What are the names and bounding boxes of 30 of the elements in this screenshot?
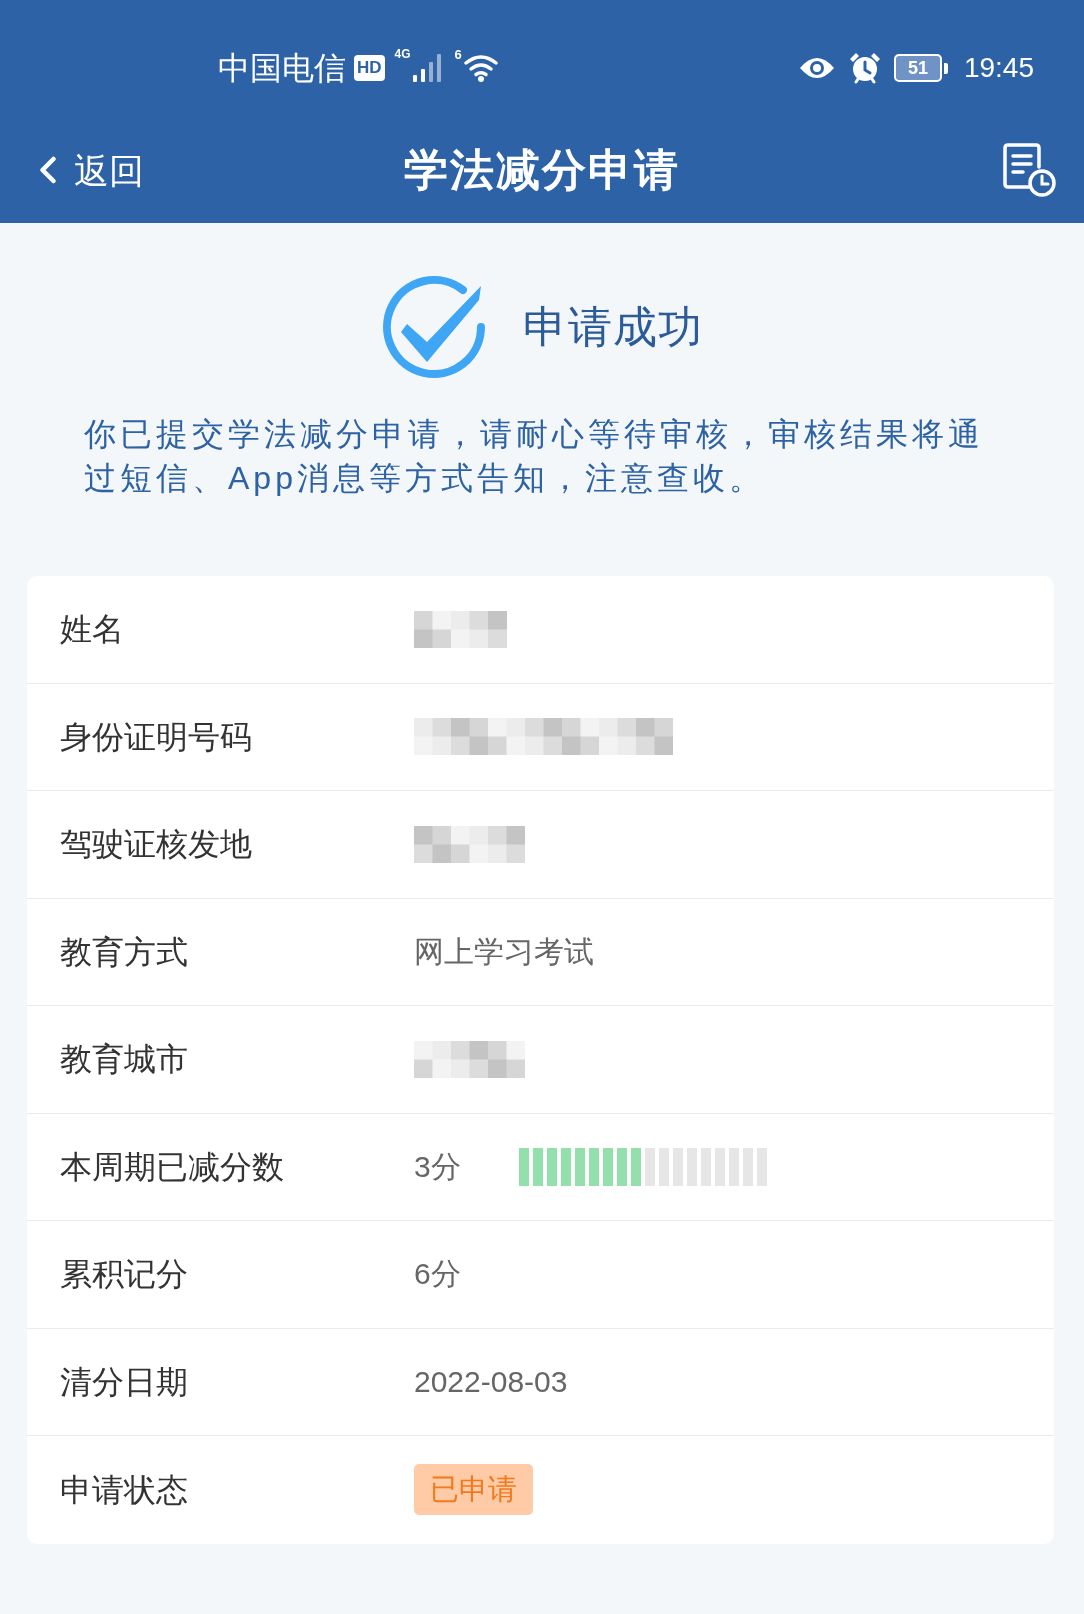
- network-type-label: 4G: [394, 48, 411, 60]
- page-title: 学法减分申请: [404, 148, 680, 192]
- clock-time: 19:45: [963, 54, 1034, 82]
- field-label: 驾驶证核发地: [60, 828, 253, 861]
- field-value: 6分: [414, 1259, 461, 1290]
- field-label: 姓名: [60, 613, 125, 646]
- wifi-icon: [463, 54, 498, 82]
- eye-icon: [797, 55, 836, 81]
- field-label: 清分日期: [60, 1365, 189, 1398]
- status-badge: 已申请: [414, 1464, 533, 1516]
- field-label: 申请状态: [60, 1473, 189, 1506]
- field-label: 本周期已减分数: [60, 1150, 285, 1183]
- field-label: 累积记分: [60, 1258, 189, 1291]
- wifi-generation-label: 6: [454, 48, 462, 61]
- field-value: 2022-08-03: [414, 1366, 568, 1397]
- document-clock-icon: [1002, 143, 1056, 197]
- field-value: 3分: [414, 1151, 461, 1182]
- carrier-name: 中国电信: [218, 52, 346, 84]
- check-circle-icon: [381, 274, 487, 380]
- battery-indicator: 51: [893, 54, 948, 82]
- signal-icon: [412, 54, 443, 82]
- field-value: 网上学习考试: [414, 936, 594, 967]
- field-label: 教育城市: [60, 1043, 189, 1076]
- history-button[interactable]: [1002, 143, 1056, 197]
- success-message: 你已提交学法减分申请，请耐心等待审核，审核结果将通过短信、App消息等方式告知，注意查收。: [84, 415, 985, 498]
- back-button[interactable]: 返回: [26, 148, 144, 192]
- field-label: 身份证明号码: [60, 720, 253, 753]
- success-title: 申请成功: [523, 305, 703, 349]
- field-label: 教育方式: [60, 935, 189, 968]
- hd-badge: HD: [354, 55, 385, 81]
